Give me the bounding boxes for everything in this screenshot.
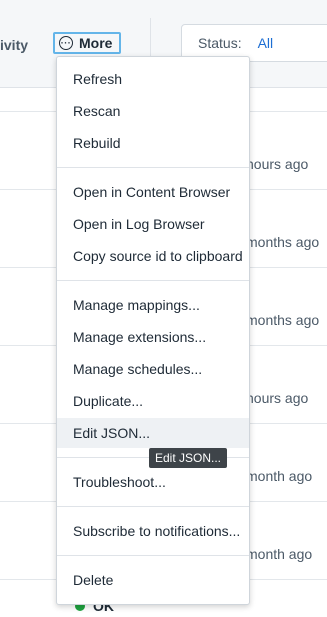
menu-item-manage-extensions[interactable]: Manage extensions... xyxy=(57,322,249,352)
menu-item-manage-schedules[interactable]: Manage schedules... xyxy=(57,354,249,384)
row-last-activity: month ago xyxy=(246,468,313,484)
row-last-activity: month ago xyxy=(246,546,313,562)
menu-item-edit-json[interactable]: Edit JSON... xyxy=(57,418,249,448)
menu-item-delete[interactable]: Delete xyxy=(57,565,249,595)
menu-item-manage-mappings[interactable]: Manage mappings... xyxy=(57,290,249,320)
row-last-activity: months ago xyxy=(246,234,320,250)
menu-item-open-log-browser[interactable]: Open in Log Browser xyxy=(57,209,249,239)
column-header-activity[interactable]: ivity xyxy=(0,37,28,53)
row-last-activity: hours ago xyxy=(246,390,309,406)
more-button[interactable]: ··· More xyxy=(53,32,121,54)
edit-json-tooltip: Edit JSON... xyxy=(149,448,228,468)
menu-item-rescan[interactable]: Rescan xyxy=(57,96,249,126)
menu-item-subscribe-notifications[interactable]: Subscribe to notifications... xyxy=(57,516,249,546)
menu-item-troubleshoot[interactable]: Troubleshoot... xyxy=(57,467,249,497)
menu-item-open-content-browser[interactable]: Open in Content Browser xyxy=(57,177,249,207)
more-menu: Refresh Rescan Rebuild Open in Content B… xyxy=(56,56,250,605)
menu-separator xyxy=(57,555,249,556)
menu-item-rebuild[interactable]: Rebuild xyxy=(57,128,249,158)
more-button-label: More xyxy=(79,35,113,51)
menu-item-refresh[interactable]: Refresh xyxy=(57,64,249,94)
row-last-activity: months ago xyxy=(246,312,320,328)
status-filter-label: Status: xyxy=(198,35,242,51)
row-last-activity: hours ago xyxy=(246,156,309,172)
menu-separator xyxy=(57,506,249,507)
status-filter-value: All xyxy=(257,35,274,51)
more-options-icon: ··· xyxy=(59,36,73,50)
menu-separator xyxy=(57,280,249,281)
menu-separator xyxy=(57,167,249,168)
menu-item-copy-source-id[interactable]: Copy source id to clipboard xyxy=(57,241,249,271)
menu-item-duplicate[interactable]: Duplicate... xyxy=(57,386,249,416)
